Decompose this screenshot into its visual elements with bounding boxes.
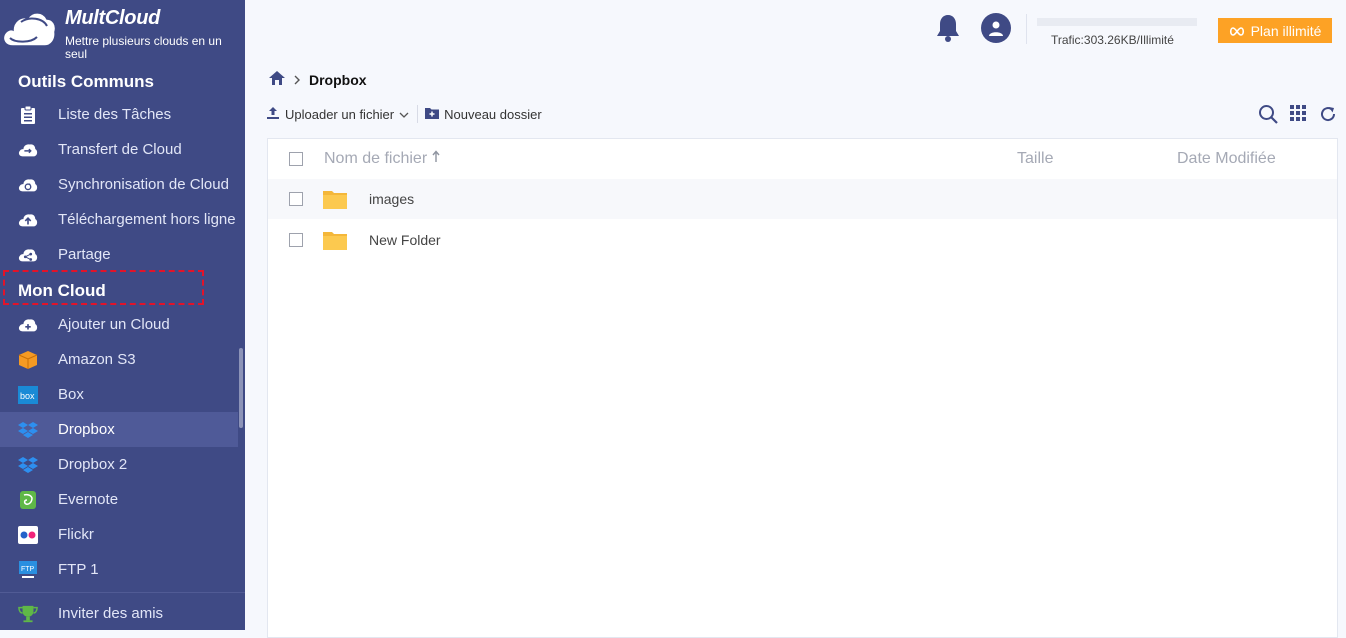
cloud-sync-icon	[18, 175, 38, 195]
upload-file-label: Uploader un fichier	[285, 106, 395, 122]
toolbar-divider	[417, 105, 419, 123]
new-folder-icon	[425, 107, 440, 122]
chevron-down-icon	[399, 107, 409, 122]
sidebar-item-flickr[interactable]: Flickr	[0, 517, 238, 552]
sidebar-item-label: Amazon S3	[58, 351, 136, 368]
traffic-usage-bar	[1037, 18, 1197, 26]
section-title-my-cloud: Mon Cloud	[18, 281, 106, 300]
traffic-usage-text: Trafic:303.26KB/Illimité	[1051, 33, 1174, 47]
file-toolbar: Uploader un fichier Nouveau dossier	[266, 104, 542, 124]
new-folder-label: Nouveau dossier	[444, 106, 542, 122]
sidebar-divider	[0, 592, 245, 593]
infinity-icon	[1229, 23, 1245, 39]
select-all-checkbox[interactable]	[289, 152, 303, 166]
breadcrumb-current[interactable]: Dropbox	[309, 72, 367, 88]
notification-bell-icon[interactable]	[935, 13, 961, 48]
unlimited-plan-button[interactable]: Plan illimité	[1218, 18, 1332, 43]
folder-icon	[323, 189, 347, 212]
table-row[interactable]: New Folder	[268, 220, 1337, 260]
add-cloud-icon	[18, 315, 38, 335]
dropbox-icon	[18, 455, 38, 475]
app-logo[interactable]: MultCloud Mettre plusieurs clouds en un …	[0, 0, 245, 66]
section-title-common-tools: Outils Communs	[18, 72, 155, 91]
sidebar-item-label: Box	[58, 386, 84, 403]
sidebar-item-evernote[interactable]: Evernote	[0, 482, 238, 517]
search-icon[interactable]	[1258, 104, 1278, 129]
top-bar: Trafic:303.26KB/Illimité Plan illimité	[245, 0, 1346, 60]
sidebar-item-ftp-1[interactable]: FTP FTP 1	[0, 552, 238, 587]
plan-button-label: Plan illimité	[1250, 22, 1322, 39]
sidebar-item-label: Inviter des amis	[58, 605, 164, 622]
sidebar-item-label: Transfert de Cloud	[58, 141, 182, 158]
file-name[interactable]: images	[369, 191, 414, 207]
sidebar-item-label: Evernote	[58, 491, 119, 508]
upload-file-button[interactable]: Uploader un fichier	[266, 106, 409, 123]
grid-view-icon[interactable]	[1289, 104, 1307, 129]
user-avatar-icon[interactable]	[981, 13, 1011, 43]
sidebar-item-label: Synchronisation de Cloud	[58, 176, 229, 193]
dropbox-icon	[18, 420, 38, 440]
home-icon[interactable]	[268, 70, 286, 91]
header-divider	[1026, 14, 1027, 44]
flickr-icon	[18, 525, 38, 545]
breadcrumb: Dropbox	[268, 70, 367, 90]
sidebar-item-label: Partage	[58, 246, 111, 263]
multcloud-logo-icon	[1, 6, 57, 55]
sidebar-item-dropbox-2[interactable]: Dropbox 2	[0, 447, 238, 482]
refresh-icon[interactable]	[1318, 104, 1338, 129]
sidebar-item-add-cloud[interactable]: Ajouter un Cloud	[0, 307, 238, 342]
sidebar-item-share[interactable]: Partage	[0, 237, 238, 272]
sidebar-item-cloud-sync[interactable]: Synchronisation de Cloud	[0, 167, 238, 202]
view-tools	[1258, 104, 1338, 129]
sidebar-item-label: Ajouter un Cloud	[58, 316, 170, 333]
evernote-icon	[18, 490, 38, 510]
sidebar-item-label: Téléchargement hors ligne	[58, 211, 236, 228]
file-list-panel: Nom de fichier Taille Date Modifiée imag…	[267, 138, 1338, 638]
sidebar-scrollbar[interactable]	[239, 348, 243, 428]
offline-download-icon	[18, 210, 38, 230]
column-header-name[interactable]: Nom de fichier	[324, 150, 440, 168]
sidebar-item-cloud-transfer[interactable]: Transfert de Cloud	[0, 132, 238, 167]
sidebar-item-task-list[interactable]: Liste des Tâches	[0, 97, 238, 132]
ftp-icon: FTP	[18, 560, 38, 580]
box-icon: box	[18, 385, 38, 405]
sidebar-item-dropbox[interactable]: Dropbox	[0, 412, 238, 447]
folder-icon	[323, 230, 347, 253]
upload-icon	[266, 106, 280, 123]
app-brand-name: MultCloud	[65, 7, 161, 29]
table-row[interactable]: images	[268, 179, 1337, 219]
sidebar-item-label: FTP 1	[58, 561, 99, 578]
row-checkbox[interactable]	[289, 233, 303, 247]
row-checkbox[interactable]	[289, 192, 303, 206]
task-list-icon	[18, 105, 38, 125]
file-name[interactable]: New Folder	[369, 232, 441, 248]
sidebar-item-label: Dropbox 2	[58, 456, 128, 473]
share-icon	[18, 245, 38, 265]
sidebar-item-invite-friends[interactable]: Inviter des amis	[0, 596, 238, 630]
app-tagline: Mettre plusieurs clouds en un seul	[65, 34, 222, 61]
trophy-icon	[18, 604, 38, 624]
sidebar: MultCloud Mettre plusieurs clouds en un …	[0, 0, 245, 630]
sidebar-item-label: Flickr	[58, 526, 94, 543]
new-folder-button[interactable]: Nouveau dossier	[425, 107, 542, 122]
svg-text:box: box	[20, 391, 35, 401]
table-header: Nom de fichier Taille Date Modifiée	[268, 139, 1337, 179]
column-header-name-label: Nom de fichier	[324, 150, 428, 167]
sidebar-item-box[interactable]: box Box	[0, 377, 238, 412]
breadcrumb-separator-icon	[294, 73, 300, 88]
sidebar-item-label: Dropbox	[58, 421, 115, 438]
column-header-date[interactable]: Date Modifiée	[1177, 150, 1276, 168]
svg-text:FTP: FTP	[21, 566, 35, 573]
amazon-s3-icon	[18, 350, 38, 370]
sort-ascending-icon	[432, 150, 440, 167]
sidebar-item-amazon-s3[interactable]: Amazon S3	[0, 342, 238, 377]
cloud-transfer-icon	[18, 140, 38, 160]
column-header-size[interactable]: Taille	[1017, 150, 1053, 168]
sidebar-item-label: Liste des Tâches	[58, 106, 172, 123]
sidebar-item-offline-download[interactable]: Téléchargement hors ligne	[0, 202, 238, 237]
